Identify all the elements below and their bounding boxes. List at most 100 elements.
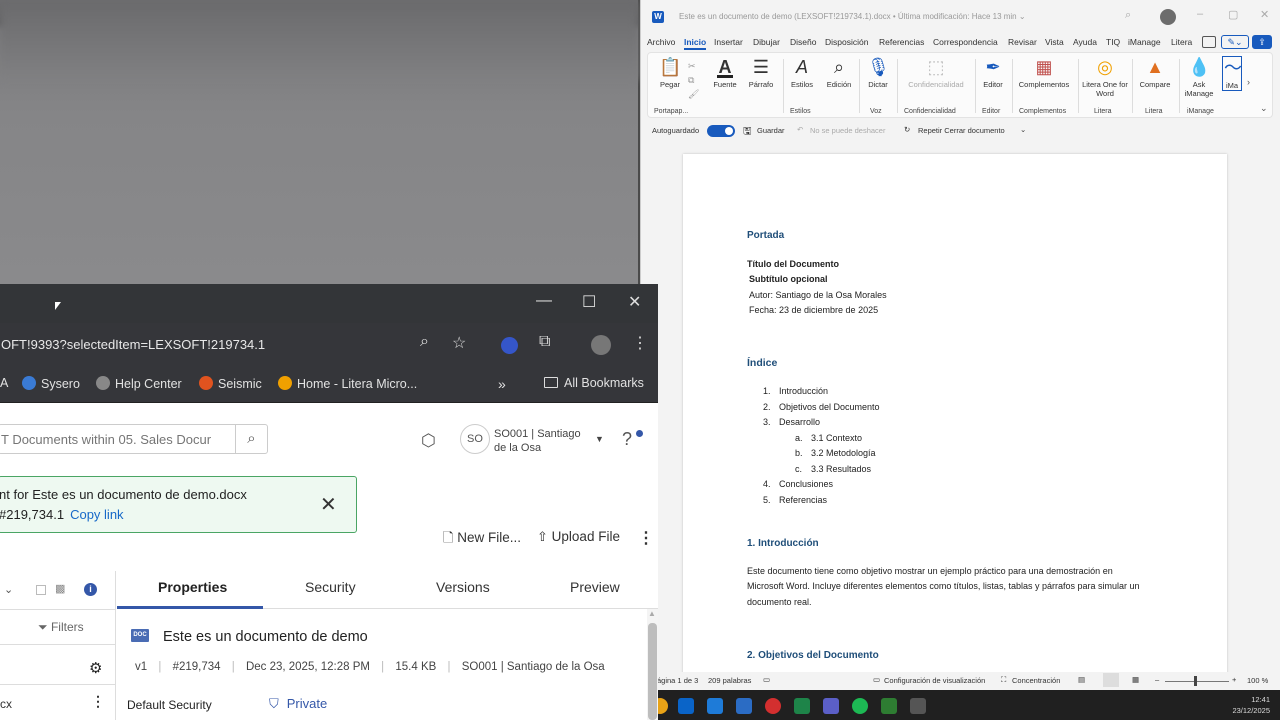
zoom-icon[interactable]: ⌕ bbox=[420, 333, 429, 351]
security-private[interactable]: ⛉ Private bbox=[269, 696, 327, 712]
image-icon[interactable]: ▩ bbox=[55, 582, 65, 595]
litera-one-button[interactable]: ◎ Litera One for Word bbox=[1082, 56, 1128, 98]
zoom-thumb[interactable] bbox=[1194, 676, 1197, 686]
undo-icon[interactable]: ↶ bbox=[797, 125, 803, 134]
bookmark-sysero[interactable]: Sysero bbox=[22, 376, 80, 391]
zoom-level[interactable]: 100 % bbox=[1247, 676, 1268, 685]
browser-menu-icon[interactable]: ⋮ bbox=[632, 333, 648, 353]
help-icon[interactable]: ? bbox=[622, 429, 632, 450]
acrobat-taskbar-icon[interactable] bbox=[765, 698, 781, 714]
excel-taskbar-icon[interactable] bbox=[794, 698, 810, 714]
more-actions-icon[interactable]: ⋮ bbox=[638, 528, 654, 548]
close-icon[interactable]: ✕ bbox=[320, 492, 337, 517]
tab-insertar[interactable]: Insertar bbox=[714, 37, 743, 47]
tab-preview[interactable]: Preview bbox=[570, 579, 620, 595]
print-layout-icon[interactable] bbox=[1103, 673, 1119, 687]
editing-button[interactable]: ⌕ Edición bbox=[822, 56, 856, 89]
more-options-icon[interactable]: ⋮ bbox=[91, 693, 105, 710]
imanage-button[interactable]: 〜 iMa bbox=[1222, 56, 1242, 91]
redo-icon[interactable]: ↻ bbox=[904, 125, 910, 134]
tab-revisar[interactable]: Revisar bbox=[1008, 37, 1037, 47]
clipboard-mini-icons[interactable]: ✂ ⧉ 🖌 bbox=[688, 59, 699, 101]
compare-button[interactable]: ▲ Compare bbox=[1135, 56, 1175, 89]
proofing-icon[interactable]: ▭ bbox=[763, 675, 770, 684]
zoom-out-icon[interactable]: – bbox=[1155, 675, 1159, 684]
undo-label[interactable]: No se puede deshacer bbox=[810, 126, 885, 135]
url-text[interactable]: OFT!9393?selectedItem=LEXSOFT!219734.1 bbox=[1, 337, 265, 352]
maximize-icon[interactable]: ☐ bbox=[582, 292, 596, 312]
tab-diseno[interactable]: Diseño bbox=[790, 37, 816, 47]
tab-imanage[interactable]: iManage bbox=[1128, 37, 1161, 47]
search-field[interactable]: ⌕ bbox=[0, 424, 268, 454]
font-button[interactable]: A Fuente bbox=[708, 56, 742, 89]
bookmark-star-icon[interactable]: ☆ bbox=[452, 333, 466, 353]
tab-referencias[interactable]: Referencias bbox=[879, 37, 924, 47]
read-mode-icon[interactable]: ▤ bbox=[1078, 675, 1085, 684]
search-input[interactable] bbox=[0, 425, 231, 453]
tab-correspondencia[interactable]: Correspondencia bbox=[933, 37, 998, 47]
teams-taskbar-icon[interactable] bbox=[823, 698, 839, 714]
ask-imanage-button[interactable]: 💧 Ask iManage bbox=[1182, 56, 1216, 98]
user-menu[interactable]: SO001 | Santiago de la Osa bbox=[494, 427, 581, 455]
sensitivity-button[interactable]: ⬚ Confidencialidad bbox=[900, 56, 972, 89]
bookmark-item[interactable]: A bbox=[0, 376, 8, 390]
copy-link[interactable]: Copy link bbox=[70, 507, 123, 522]
extensions-puzzle-icon[interactable]: ⧉ bbox=[539, 333, 550, 351]
tab-inicio[interactable]: Inicio bbox=[684, 37, 707, 50]
tab-dibujar[interactable]: Dibujar bbox=[753, 37, 780, 47]
user-avatar-initials[interactable]: SO bbox=[460, 424, 490, 454]
gear-icon[interactable]: ⚙ bbox=[89, 659, 102, 677]
search-icon[interactable]: ⌕ bbox=[1125, 9, 1131, 22]
close-icon[interactable]: ✕ bbox=[628, 292, 641, 312]
save-icon[interactable]: 🖫 bbox=[743, 124, 752, 141]
new-file-button[interactable]: 🗋 New File... bbox=[443, 529, 521, 551]
tab-tiq[interactable]: TIQ bbox=[1106, 37, 1120, 47]
bookmark-help-center[interactable]: Help Center bbox=[96, 376, 182, 391]
bookmarks-overflow-icon[interactable]: » bbox=[498, 376, 506, 392]
chevron-down-icon[interactable]: ⌄ bbox=[4, 583, 13, 596]
profile-avatar[interactable] bbox=[591, 335, 611, 355]
zoom-slider[interactable] bbox=[1165, 681, 1229, 682]
maximize-icon[interactable]: ▢ bbox=[1228, 8, 1238, 21]
save-label[interactable]: Guardar bbox=[757, 126, 785, 135]
scroll-up-icon[interactable]: ▲ bbox=[648, 609, 656, 618]
minimize-icon[interactable]: – bbox=[1197, 8, 1203, 20]
info-icon[interactable]: i bbox=[84, 583, 97, 596]
dictate-button[interactable]: 🎙 Dictar bbox=[862, 56, 894, 89]
zoom-in-icon[interactable]: + bbox=[1232, 675, 1236, 684]
list-item[interactable]: cx bbox=[0, 697, 12, 711]
tab-versions[interactable]: Versions bbox=[436, 579, 490, 595]
tab-litera[interactable]: Litera bbox=[1171, 37, 1192, 47]
tab-security[interactable]: Security bbox=[305, 579, 356, 595]
web-layout-icon[interactable]: ▦ bbox=[1132, 675, 1139, 684]
app-taskbar-icon[interactable] bbox=[910, 698, 926, 714]
focus-icon[interactable]: ⛶ bbox=[1001, 675, 1006, 685]
tab-vista[interactable]: Vista bbox=[1045, 37, 1064, 47]
word-count[interactable]: 209 palabras bbox=[708, 676, 751, 685]
caret-down-icon[interactable]: ▼ bbox=[595, 434, 604, 444]
share-icon[interactable]: ⇪ bbox=[1252, 35, 1272, 49]
scrollbar-thumb[interactable] bbox=[648, 623, 657, 720]
settings-taskbar-icon[interactable] bbox=[707, 698, 723, 714]
editor-button[interactable]: ✒ Editor bbox=[978, 56, 1008, 89]
properties-scrollbar[interactable]: ▲ bbox=[647, 609, 658, 720]
focus-label[interactable]: Concentración bbox=[1012, 676, 1060, 685]
filters-button[interactable]: ⏷ Filters bbox=[38, 620, 84, 635]
browser-title-bar[interactable]: — ☐ ✕ bbox=[0, 284, 658, 323]
comment-icon[interactable] bbox=[1202, 36, 1216, 48]
spotify-taskbar-icon[interactable] bbox=[852, 698, 868, 714]
customize-qat-icon[interactable]: ⌄ bbox=[1020, 125, 1026, 134]
tab-disposicion[interactable]: Disposición bbox=[825, 37, 868, 47]
word-taskbar-icon[interactable] bbox=[736, 698, 752, 714]
bookmark-seismic[interactable]: Seismic bbox=[199, 376, 262, 391]
bookmark-litera[interactable]: Home - Litera Micro... bbox=[278, 376, 417, 391]
tab-properties[interactable]: Properties bbox=[158, 579, 227, 595]
ribbon-collapse-icon[interactable]: ⌄ bbox=[1260, 103, 1268, 114]
app-taskbar-icon[interactable] bbox=[881, 698, 897, 714]
taskbar-clock[interactable]: 12:41 23/12/2025 bbox=[1232, 694, 1270, 716]
checkbox[interactable] bbox=[36, 585, 46, 595]
tab-ayuda[interactable]: Ayuda bbox=[1073, 37, 1097, 47]
all-bookmarks[interactable]: All Bookmarks bbox=[544, 376, 644, 390]
document-page[interactable]: Portada Título del Documento Subtítulo o… bbox=[683, 154, 1227, 674]
addins-button[interactable]: ▦ Complementos bbox=[1015, 56, 1073, 89]
